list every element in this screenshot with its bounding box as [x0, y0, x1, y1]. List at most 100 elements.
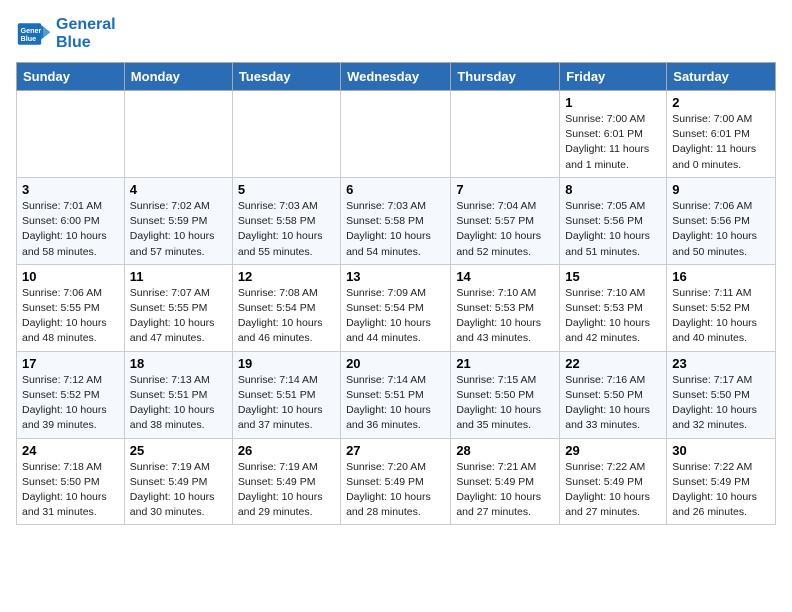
calendar-day-cell [451, 91, 560, 178]
day-info: Sunrise: 7:03 AM Sunset: 5:58 PM Dayligh… [238, 199, 335, 260]
day-info: Sunrise: 7:17 AM Sunset: 5:50 PM Dayligh… [672, 373, 770, 434]
logo-text: General Blue [56, 16, 116, 51]
calendar-day-cell: 10 Sunrise: 7:06 AM Sunset: 5:55 PM Dayli… [17, 264, 125, 351]
logo-icon: General Blue [16, 16, 52, 52]
calendar-week-row: 3 Sunrise: 7:01 AM Sunset: 6:00 PM Daylig… [17, 177, 776, 264]
day-number: 8 [565, 182, 661, 197]
weekday-header-cell: Sunday [17, 63, 125, 91]
day-info: Sunrise: 7:14 AM Sunset: 5:51 PM Dayligh… [238, 373, 335, 434]
calendar-week-row: 10 Sunrise: 7:06 AM Sunset: 5:55 PM Dayli… [17, 264, 776, 351]
day-number: 13 [346, 269, 445, 284]
day-number: 15 [565, 269, 661, 284]
day-info: Sunrise: 7:19 AM Sunset: 5:49 PM Dayligh… [238, 460, 335, 521]
day-info: Sunrise: 7:01 AM Sunset: 6:00 PM Dayligh… [22, 199, 119, 260]
day-number: 28 [456, 443, 554, 458]
day-number: 29 [565, 443, 661, 458]
calendar-day-cell: 2 Sunrise: 7:00 AM Sunset: 6:01 PM Daylig… [667, 91, 776, 178]
day-number: 21 [456, 356, 554, 371]
calendar-day-cell: 13 Sunrise: 7:09 AM Sunset: 5:54 PM Dayli… [341, 264, 451, 351]
day-number: 10 [22, 269, 119, 284]
day-number: 4 [130, 182, 227, 197]
day-number: 27 [346, 443, 445, 458]
day-info: Sunrise: 7:13 AM Sunset: 5:51 PM Dayligh… [130, 373, 227, 434]
weekday-header-cell: Saturday [667, 63, 776, 91]
day-info: Sunrise: 7:03 AM Sunset: 5:58 PM Dayligh… [346, 199, 445, 260]
calendar-day-cell: 25 Sunrise: 7:19 AM Sunset: 5:49 PM Dayli… [124, 438, 232, 525]
day-info: Sunrise: 7:10 AM Sunset: 5:53 PM Dayligh… [565, 286, 661, 347]
calendar-day-cell [232, 91, 340, 178]
svg-text:Blue: Blue [21, 34, 37, 43]
day-number: 26 [238, 443, 335, 458]
day-info: Sunrise: 7:18 AM Sunset: 5:50 PM Dayligh… [22, 460, 119, 521]
calendar-day-cell: 22 Sunrise: 7:16 AM Sunset: 5:50 PM Dayli… [560, 351, 667, 438]
day-info: Sunrise: 7:00 AM Sunset: 6:01 PM Dayligh… [565, 112, 661, 173]
page-header: General Blue General Blue [16, 16, 776, 52]
day-number: 25 [130, 443, 227, 458]
calendar-day-cell: 18 Sunrise: 7:13 AM Sunset: 5:51 PM Dayli… [124, 351, 232, 438]
calendar-day-cell: 23 Sunrise: 7:17 AM Sunset: 5:50 PM Dayli… [667, 351, 776, 438]
calendar-day-cell: 8Sunrise: 7:05 AM Sunset: 5:56 PM Daylig… [560, 177, 667, 264]
day-info: Sunrise: 7:09 AM Sunset: 5:54 PM Dayligh… [346, 286, 445, 347]
day-info: Sunrise: 7:12 AM Sunset: 5:52 PM Dayligh… [22, 373, 119, 434]
day-number: 20 [346, 356, 445, 371]
calendar-day-cell: 6 Sunrise: 7:03 AM Sunset: 5:58 PM Daylig… [341, 177, 451, 264]
day-info: Sunrise: 7:19 AM Sunset: 5:49 PM Dayligh… [130, 460, 227, 521]
day-number: 23 [672, 356, 770, 371]
calendar-day-cell: 29 Sunrise: 7:22 AM Sunset: 5:49 PM Dayli… [560, 438, 667, 525]
calendar-day-cell: 7 Sunrise: 7:04 AM Sunset: 5:57 PM Daylig… [451, 177, 560, 264]
weekday-header-cell: Friday [560, 63, 667, 91]
day-info: Sunrise: 7:22 AM Sunset: 5:49 PM Dayligh… [565, 460, 661, 521]
calendar-day-cell: 30 Sunrise: 7:22 AM Sunset: 5:49 PM Dayli… [667, 438, 776, 525]
calendar-day-cell: 26 Sunrise: 7:19 AM Sunset: 5:49 PM Dayli… [232, 438, 340, 525]
day-number: 30 [672, 443, 770, 458]
day-info: Sunrise: 7:07 AM Sunset: 5:55 PM Dayligh… [130, 286, 227, 347]
calendar-day-cell: 28 Sunrise: 7:21 AM Sunset: 5:49 PM Dayli… [451, 438, 560, 525]
calendar-day-cell: 27Sunrise: 7:20 AM Sunset: 5:49 PM Dayli… [341, 438, 451, 525]
calendar-day-cell [17, 91, 125, 178]
day-info: Sunrise: 7:21 AM Sunset: 5:49 PM Dayligh… [456, 460, 554, 521]
day-number: 3 [22, 182, 119, 197]
day-info: Sunrise: 7:15 AM Sunset: 5:50 PM Dayligh… [456, 373, 554, 434]
calendar-day-cell: 20 Sunrise: 7:14 AM Sunset: 5:51 PM Dayli… [341, 351, 451, 438]
calendar-day-cell: 5 Sunrise: 7:03 AM Sunset: 5:58 PM Daylig… [232, 177, 340, 264]
day-number: 7 [456, 182, 554, 197]
weekday-header-row: SundayMondayTuesdayWednesdayThursdayFrid… [17, 63, 776, 91]
day-number: 6 [346, 182, 445, 197]
day-info: Sunrise: 7:08 AM Sunset: 5:54 PM Dayligh… [238, 286, 335, 347]
calendar-day-cell: 9Sunrise: 7:06 AM Sunset: 5:56 PM Daylig… [667, 177, 776, 264]
calendar-day-cell: 19 Sunrise: 7:14 AM Sunset: 5:51 PM Dayli… [232, 351, 340, 438]
calendar-day-cell: 11Sunrise: 7:07 AM Sunset: 5:55 PM Dayli… [124, 264, 232, 351]
calendar-day-cell: 16Sunrise: 7:11 AM Sunset: 5:52 PM Dayli… [667, 264, 776, 351]
calendar-day-cell [341, 91, 451, 178]
logo: General Blue General Blue [16, 16, 116, 52]
day-number: 2 [672, 95, 770, 110]
day-info: Sunrise: 7:00 AM Sunset: 6:01 PM Dayligh… [672, 112, 770, 173]
calendar-day-cell: 15 Sunrise: 7:10 AM Sunset: 5:53 PM Dayli… [560, 264, 667, 351]
calendar-day-cell: 17Sunrise: 7:12 AM Sunset: 5:52 PM Dayli… [17, 351, 125, 438]
day-info: Sunrise: 7:22 AM Sunset: 5:49 PM Dayligh… [672, 460, 770, 521]
weekday-header-cell: Tuesday [232, 63, 340, 91]
day-number: 9 [672, 182, 770, 197]
calendar-day-cell: 3 Sunrise: 7:01 AM Sunset: 6:00 PM Daylig… [17, 177, 125, 264]
calendar-week-row: 1 Sunrise: 7:00 AM Sunset: 6:01 PM Daylig… [17, 91, 776, 178]
day-info: Sunrise: 7:06 AM Sunset: 5:55 PM Dayligh… [22, 286, 119, 347]
day-info: Sunrise: 7:10 AM Sunset: 5:53 PM Dayligh… [456, 286, 554, 347]
calendar-day-cell: 14 Sunrise: 7:10 AM Sunset: 5:53 PM Dayli… [451, 264, 560, 351]
calendar-week-row: 24Sunrise: 7:18 AM Sunset: 5:50 PM Dayli… [17, 438, 776, 525]
calendar-day-cell: 4Sunrise: 7:02 AM Sunset: 5:59 PM Daylig… [124, 177, 232, 264]
day-info: Sunrise: 7:04 AM Sunset: 5:57 PM Dayligh… [456, 199, 554, 260]
calendar-week-row: 17Sunrise: 7:12 AM Sunset: 5:52 PM Dayli… [17, 351, 776, 438]
day-number: 1 [565, 95, 661, 110]
weekday-header-cell: Thursday [451, 63, 560, 91]
day-number: 22 [565, 356, 661, 371]
day-number: 14 [456, 269, 554, 284]
weekday-header-cell: Monday [124, 63, 232, 91]
day-number: 5 [238, 182, 335, 197]
day-number: 18 [130, 356, 227, 371]
day-info: Sunrise: 7:14 AM Sunset: 5:51 PM Dayligh… [346, 373, 445, 434]
day-info: Sunrise: 7:16 AM Sunset: 5:50 PM Dayligh… [565, 373, 661, 434]
calendar-day-cell [124, 91, 232, 178]
calendar-day-cell: 1 Sunrise: 7:00 AM Sunset: 6:01 PM Daylig… [560, 91, 667, 178]
day-number: 19 [238, 356, 335, 371]
calendar-table: SundayMondayTuesdayWednesdayThursdayFrid… [16, 62, 776, 525]
